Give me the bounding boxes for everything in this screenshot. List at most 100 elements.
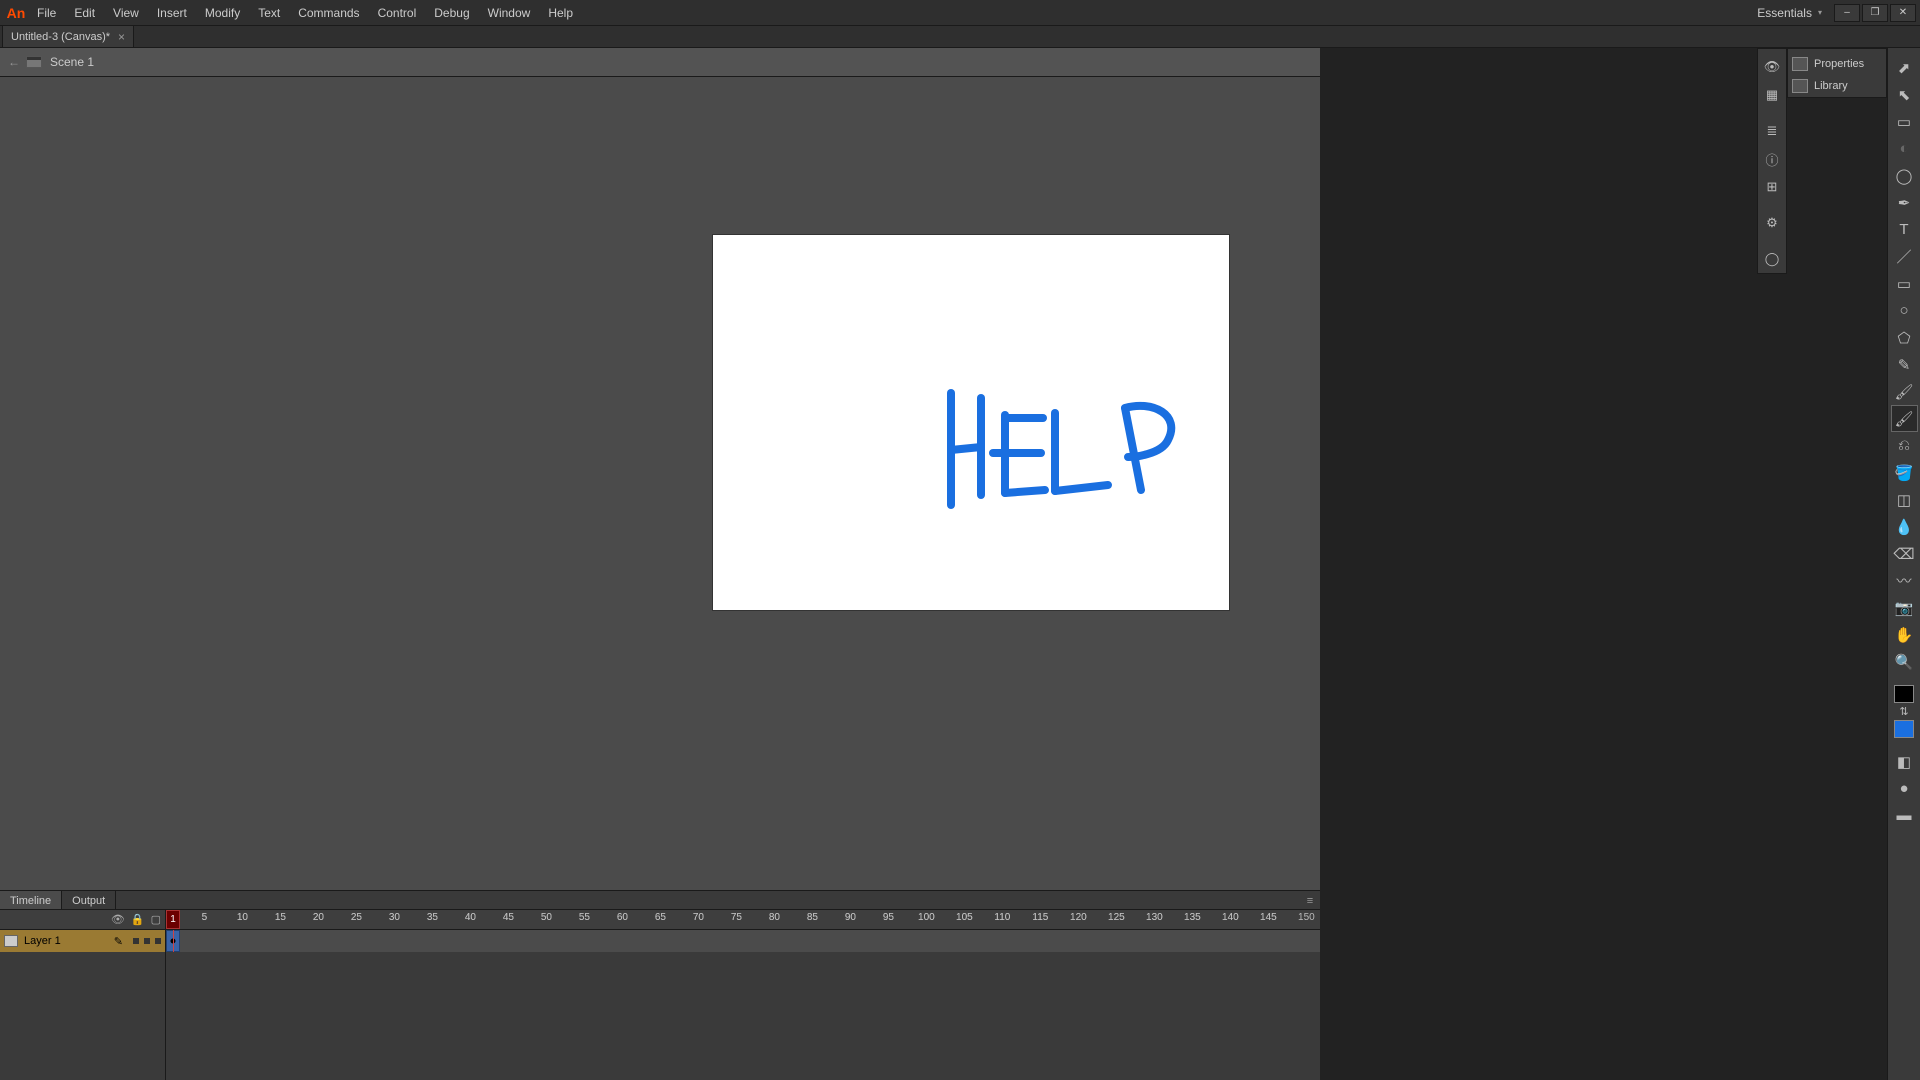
playhead[interactable]: 1: [166, 910, 180, 929]
ruler-tick-25: 25: [351, 912, 362, 923]
selection-tool[interactable]: ⬈: [1892, 55, 1917, 80]
paint-brush-tool[interactable]: 🖌: [1892, 406, 1917, 431]
ruler-tick-45: 45: [503, 912, 514, 923]
close-icon[interactable]: ×: [118, 26, 125, 48]
bone-tool[interactable]: ⎌: [1892, 433, 1917, 458]
scene-name[interactable]: Scene 1: [50, 55, 94, 69]
menu-text[interactable]: Text: [249, 0, 289, 26]
stroke-color-swatch[interactable]: [1894, 685, 1914, 703]
3d-rotation: ◐: [1892, 136, 1917, 161]
layer-name[interactable]: Layer 1: [24, 935, 61, 947]
rectangle-tool[interactable]: ▭: [1892, 271, 1917, 296]
brush-tool[interactable]: 🖌: [1892, 379, 1917, 404]
panel-shortcut-icon[interactable]: ⓘ: [1761, 148, 1783, 170]
ruler-tick-120: 120: [1070, 912, 1087, 923]
ruler-tick-65: 65: [655, 912, 666, 923]
ruler-tick-10: 10: [237, 912, 248, 923]
fill-color-swatch[interactable]: [1894, 720, 1914, 738]
ruler-tick-95: 95: [883, 912, 894, 923]
workspace-switcher[interactable]: Essentials: [1747, 0, 1832, 26]
frame-track[interactable]: [166, 930, 1320, 952]
brush-size-option[interactable]: ●: [1892, 776, 1917, 801]
timeline-header: 👁 🔒 ▢ 1 51015202530354045505560657075808…: [0, 910, 1320, 930]
ruler-tick-85: 85: [807, 912, 818, 923]
stage-canvas[interactable]: [713, 235, 1229, 610]
ruler-tick-140: 140: [1222, 912, 1239, 923]
timeline-body[interactable]: [0, 952, 1320, 1080]
ruler-tick-105: 105: [956, 912, 973, 923]
panel-shortcut-icon[interactable]: ▦: [1761, 84, 1783, 106]
zoom-tool[interactable]: 🔍: [1892, 649, 1917, 674]
ruler-tick-80: 80: [769, 912, 780, 923]
ruler-tick-55: 55: [579, 912, 590, 923]
ruler-tick-35: 35: [427, 912, 438, 923]
right-panels: Properties Library: [1787, 48, 1887, 98]
menu-file[interactable]: File: [28, 0, 65, 26]
back-icon[interactable]: ←: [8, 55, 20, 69]
menu-view[interactable]: View: [104, 0, 148, 26]
eraser-tool[interactable]: ⌫: [1892, 541, 1917, 566]
document-tab[interactable]: Untitled-3 (Canvas)* ×: [2, 25, 134, 47]
panel-shortcut-icon[interactable]: ◯: [1761, 248, 1783, 270]
lock-icon[interactable]: 🔒: [131, 913, 145, 926]
ruler-tick-115: 115: [1032, 912, 1048, 923]
timeline-ruler[interactable]: 1 51015202530354045505560657075808590951…: [166, 910, 1320, 929]
pencil-tool[interactable]: ✎: [1892, 352, 1917, 377]
panel-shortcut-icon[interactable]: 👁: [1761, 56, 1783, 78]
panel-menu-icon[interactable]: ≡: [1300, 891, 1320, 909]
menu-commands[interactable]: Commands: [289, 0, 368, 26]
object-drawing-toggle[interactable]: ◧: [1892, 749, 1917, 774]
ruler-tick-30: 30: [389, 912, 400, 923]
playhead-frame: 1: [167, 911, 179, 929]
lasso-tool[interactable]: ◯: [1892, 163, 1917, 188]
menu-bar: An FileEditViewInsertModifyTextCommandsC…: [0, 0, 1920, 26]
stage-pasteboard[interactable]: [0, 77, 1320, 890]
layer-cell[interactable]: Layer 1 ✎: [0, 930, 166, 952]
menu-insert[interactable]: Insert: [148, 0, 196, 26]
app-logo: An: [4, 5, 28, 21]
free-transform[interactable]: ▭: [1892, 109, 1917, 134]
window-maximize[interactable]: ❐: [1862, 4, 1888, 22]
scene-bar: ← Scene 1: [0, 48, 1320, 77]
drawing-help: [713, 235, 1229, 610]
menu-window[interactable]: Window: [479, 0, 540, 26]
timeline-layer-row[interactable]: Layer 1 ✎: [0, 930, 1320, 952]
swap-colors-icon[interactable]: ⇅: [1899, 705, 1908, 718]
ruler-tick-110: 110: [994, 912, 1010, 923]
ruler-tick-150: 150: [1298, 912, 1315, 923]
line-tool[interactable]: ／: [1892, 244, 1917, 269]
library-panel-button[interactable]: Library: [1788, 75, 1886, 97]
brush-shape-option[interactable]: ▬: [1892, 803, 1917, 828]
panel-shortcut-icon[interactable]: ⚙: [1761, 212, 1783, 234]
document-tab-label: Untitled-3 (Canvas)*: [11, 26, 110, 48]
window-close[interactable]: ✕: [1890, 4, 1916, 22]
ruler-tick-125: 125: [1108, 912, 1125, 923]
menu-help[interactable]: Help: [539, 0, 582, 26]
polystar-tool[interactable]: ⬠: [1892, 325, 1917, 350]
menu-debug[interactable]: Debug: [425, 0, 478, 26]
text-tool[interactable]: T: [1892, 217, 1917, 242]
hand-tool[interactable]: ✋: [1892, 622, 1917, 647]
ruler-tick-70: 70: [693, 912, 704, 923]
subselection-tool[interactable]: ⬉: [1892, 82, 1917, 107]
paint-bucket-tool[interactable]: 🪣: [1892, 460, 1917, 485]
ink-bottle-tool[interactable]: ◫: [1892, 487, 1917, 512]
width-tool[interactable]: 〰: [1892, 568, 1917, 593]
tab-timeline[interactable]: Timeline: [0, 891, 62, 909]
menu-modify[interactable]: Modify: [196, 0, 249, 26]
library-label: Library: [1814, 80, 1848, 92]
visibility-icon[interactable]: 👁: [111, 913, 125, 926]
tab-output[interactable]: Output: [62, 891, 116, 909]
layer-toggle-dots[interactable]: [133, 938, 161, 944]
menu-edit[interactable]: Edit: [65, 0, 104, 26]
menu-control[interactable]: Control: [369, 0, 426, 26]
eyedropper-tool[interactable]: 💧: [1892, 514, 1917, 539]
panel-shortcut-icon[interactable]: ⊞: [1761, 176, 1783, 198]
panel-shortcut-icon[interactable]: ≣: [1761, 120, 1783, 142]
window-minimize[interactable]: –: [1834, 4, 1860, 22]
outline-icon[interactable]: ▢: [151, 913, 161, 926]
pen-tool[interactable]: ✒: [1892, 190, 1917, 215]
properties-panel-button[interactable]: Properties: [1788, 53, 1886, 75]
oval-tool[interactable]: ○: [1892, 298, 1917, 323]
camera-tool[interactable]: 📷: [1892, 595, 1917, 620]
